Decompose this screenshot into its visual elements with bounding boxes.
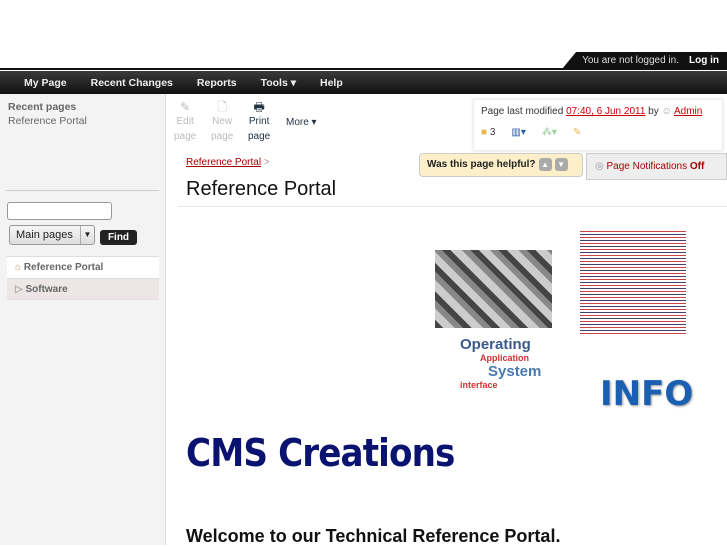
print-page-button[interactable]: 🖶 Print page xyxy=(248,100,270,144)
nav-reports[interactable]: Reports xyxy=(197,77,237,89)
new-page-button[interactable]: 🗋 New page xyxy=(211,100,233,144)
login-link[interactable]: Log in xyxy=(689,55,719,66)
new-page-icon: 🗋 xyxy=(217,100,227,114)
thumbs-down-icon[interactable]: ▼ xyxy=(554,157,568,171)
search-scope-select[interactable]: Main pages ▼ xyxy=(9,225,95,245)
login-bar: You are not logged in. Log in xyxy=(562,52,727,69)
main-nav: My Page Recent Changes Reports Tools ▾ H… xyxy=(0,71,727,94)
printer-icon: 🖶 xyxy=(253,100,265,114)
page-modified-panel: Page last modified 07:40, 6 Jun 2011 by … xyxy=(473,99,723,151)
find-button[interactable]: Find xyxy=(100,230,137,245)
tree-item-reference-portal[interactable]: ⌂ Reference Portal xyxy=(7,256,159,278)
book-icon[interactable]: ▥▾ xyxy=(511,127,525,138)
related-icon[interactable]: ⁂▾ xyxy=(542,127,557,138)
modified-date-link[interactable]: 07:40, 6 Jun 2011 xyxy=(566,106,645,117)
pencil-icon: ✎ xyxy=(180,100,191,114)
home-icon: ⌂ xyxy=(15,262,24,273)
page-properties-icon[interactable]: ✎ xyxy=(573,127,581,138)
divider xyxy=(6,190,159,191)
page-notifications-button[interactable]: ◎ Page Notifications Off xyxy=(586,153,727,180)
sidebar: Recent pages Reference Portal xyxy=(0,94,166,545)
tree-item-software[interactable]: ▷ Software xyxy=(7,278,159,300)
files-button[interactable]: ■ 3 xyxy=(481,127,495,138)
recent-page-link[interactable]: Reference Portal xyxy=(8,115,87,127)
thumbs-up-icon[interactable]: ▲ xyxy=(538,157,552,171)
welcome-heading: Welcome to our Technical Reference Porta… xyxy=(186,526,561,546)
divider xyxy=(0,68,727,70)
expand-icon: ▷ xyxy=(15,284,26,295)
word-cloud-image xyxy=(580,230,686,336)
user-icon: ☺ xyxy=(661,106,672,117)
more-menu[interactable]: More ▾ xyxy=(286,115,317,130)
login-status: You are not logged in. xyxy=(582,55,679,66)
operating-system-image: Operating Application System interface xyxy=(460,336,542,390)
nav-tools[interactable]: Tools ▾ xyxy=(261,77,296,89)
author-link[interactable]: Admin xyxy=(674,106,702,117)
nav-help[interactable]: Help xyxy=(320,77,343,89)
folder-icon: ■ xyxy=(481,127,488,138)
chevron-down-icon: ▼ xyxy=(80,226,94,244)
cms-creations-logo: CMS Creations xyxy=(186,431,455,475)
search-input[interactable] xyxy=(7,202,112,220)
breadcrumb: Reference Portal > xyxy=(186,157,270,168)
nav-recent-changes[interactable]: Recent Changes xyxy=(91,77,173,89)
page-helpful-widget: Was this page helpful? ▲ ▼ xyxy=(419,153,583,177)
recent-pages-heading: Recent pages xyxy=(8,101,77,113)
edit-page-button[interactable]: ✎ Edit page xyxy=(174,100,196,144)
question-marks-image xyxy=(435,250,552,328)
page-title: Reference Portal xyxy=(186,178,337,200)
scope-value: Main pages xyxy=(16,229,73,241)
nav-my-page[interactable]: My Page xyxy=(24,77,67,89)
info-image: INFO xyxy=(600,374,694,414)
divider xyxy=(178,206,727,207)
broadcast-icon: ◎ xyxy=(595,161,607,172)
